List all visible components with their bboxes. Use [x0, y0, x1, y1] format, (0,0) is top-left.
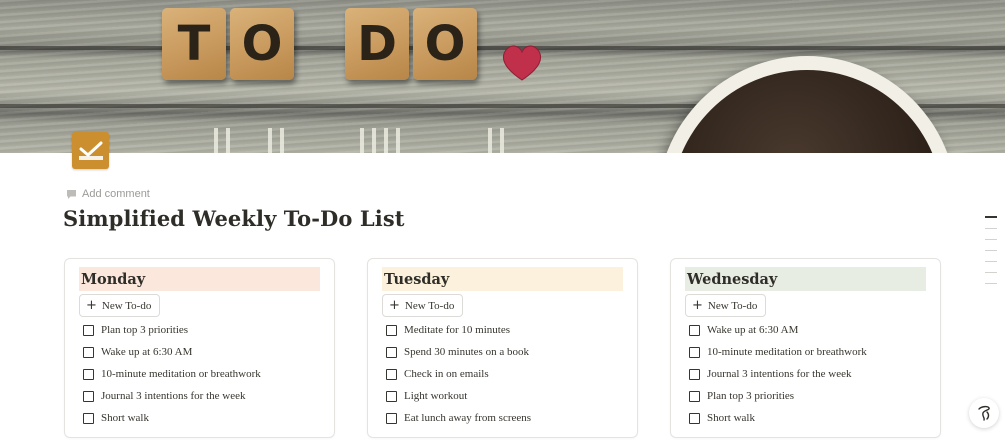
day-card-tuesday: Tuesday + New To-do Meditate for 10 minu…: [367, 258, 638, 438]
todo-item[interactable]: Short walk: [83, 407, 261, 429]
checkbox[interactable]: [83, 346, 94, 358]
checkbox[interactable]: [386, 368, 397, 380]
outline-item[interactable]: [985, 239, 997, 240]
checkbox[interactable]: [83, 368, 94, 380]
clip: [226, 128, 230, 153]
outline-item[interactable]: [985, 261, 997, 262]
clip: [214, 128, 218, 153]
todo-text[interactable]: Journal 3 intentions for the week: [707, 368, 852, 380]
day-card-monday: Monday + New To-do Plan top 3 priorities…: [64, 258, 335, 438]
clip: [384, 128, 388, 153]
help-button[interactable]: [969, 398, 999, 428]
todo-item[interactable]: Spend 30 minutes on a book: [386, 341, 531, 363]
clip: [488, 128, 492, 153]
todo-item[interactable]: Plan top 3 priorities: [689, 385, 867, 407]
todo-list: Wake up at 6:30 AM 10-minute meditation …: [689, 319, 867, 429]
day-heading[interactable]: Monday: [79, 267, 320, 291]
checkbox[interactable]: [83, 324, 94, 336]
plus-icon: +: [692, 298, 703, 313]
checkbox[interactable]: [689, 412, 700, 424]
todo-item[interactable]: Plan top 3 priorities: [83, 319, 261, 341]
new-todo-label: New To-do: [707, 299, 758, 312]
todo-text[interactable]: Light workout: [404, 390, 467, 402]
todo-list: Plan top 3 priorities Wake up at 6:30 AM…: [83, 319, 261, 429]
new-todo-button[interactable]: + New To-do: [685, 294, 767, 317]
todo-item[interactable]: Journal 3 intentions for the week: [83, 385, 261, 407]
todo-item[interactable]: Journal 3 intentions for the week: [689, 363, 867, 385]
todo-item[interactable]: 10-minute meditation or breathwork: [689, 341, 867, 363]
heart-icon: [502, 45, 542, 81]
checkbox[interactable]: [83, 390, 94, 402]
new-todo-button[interactable]: + New To-do: [79, 294, 161, 317]
clip: [372, 128, 376, 153]
coffee: [671, 70, 943, 153]
day-heading[interactable]: Tuesday: [382, 267, 623, 291]
letter-tile: O: [230, 8, 294, 80]
new-todo-label: New To-do: [404, 299, 455, 312]
todo-text[interactable]: Short walk: [707, 412, 755, 424]
todo-text[interactable]: Check in on emails: [404, 368, 489, 380]
day-heading[interactable]: Wednesday: [685, 267, 926, 291]
todo-text[interactable]: 10-minute meditation or breathwork: [101, 368, 261, 380]
outline-item[interactable]: [985, 228, 997, 229]
todo-item[interactable]: Light workout: [386, 385, 531, 407]
outline-item[interactable]: [985, 216, 997, 218]
checkbox[interactable]: [386, 346, 397, 358]
todo-item[interactable]: Short walk: [689, 407, 867, 429]
outline-item[interactable]: [985, 250, 997, 251]
todo-text[interactable]: Plan top 3 priorities: [101, 324, 188, 336]
checkbox[interactable]: [83, 412, 94, 424]
clip: [268, 128, 272, 153]
todo-text[interactable]: Spend 30 minutes on a book: [404, 346, 529, 358]
outline-item[interactable]: [985, 283, 997, 284]
page-title[interactable]: Simplified Weekly To-Do List: [63, 206, 405, 231]
todo-text[interactable]: Journal 3 intentions for the week: [101, 390, 246, 402]
checkbox[interactable]: [689, 346, 700, 358]
page-icon[interactable]: [72, 132, 109, 169]
letter-tile: T: [162, 8, 226, 80]
todo-text[interactable]: Plan top 3 priorities: [707, 390, 794, 402]
checkbox[interactable]: [689, 390, 700, 402]
letter-tile: O: [413, 8, 477, 80]
checkbox[interactable]: [689, 324, 700, 336]
todo-text[interactable]: Meditate for 10 minutes: [404, 324, 510, 336]
checkbox[interactable]: [386, 390, 397, 402]
new-todo-button[interactable]: + New To-do: [382, 294, 464, 317]
new-todo-label: New To-do: [101, 299, 152, 312]
plus-icon: +: [86, 298, 97, 313]
comment-icon: [67, 189, 76, 199]
todo-item[interactable]: Meditate for 10 minutes: [386, 319, 531, 341]
add-comment-label: Add comment: [82, 188, 150, 200]
cover-image: T O D O: [0, 0, 1005, 153]
todo-text[interactable]: Short walk: [101, 412, 149, 424]
todo-text[interactable]: Eat lunch away from screens: [404, 412, 531, 424]
clip: [396, 128, 400, 153]
todo-text[interactable]: Wake up at 6:30 AM: [707, 324, 798, 336]
page-outline[interactable]: [985, 216, 997, 294]
add-comment-button[interactable]: Add comment: [66, 186, 150, 202]
todo-item[interactable]: Eat lunch away from screens: [386, 407, 531, 429]
checkbox[interactable]: [386, 412, 397, 424]
todo-list: Meditate for 10 minutes Spend 30 minutes…: [386, 319, 531, 429]
todo-text[interactable]: 10-minute meditation or breathwork: [707, 346, 867, 358]
todo-item[interactable]: Wake up at 6:30 AM: [689, 319, 867, 341]
checkmark-icon: [78, 141, 103, 160]
todo-text[interactable]: Wake up at 6:30 AM: [101, 346, 192, 358]
todo-item[interactable]: 10-minute meditation or breathwork: [83, 363, 261, 385]
todo-item[interactable]: Check in on emails: [386, 363, 531, 385]
outline-item[interactable]: [985, 272, 997, 273]
clip: [280, 128, 284, 153]
checkbox[interactable]: [386, 324, 397, 336]
checkbox[interactable]: [689, 368, 700, 380]
letter-tile: D: [345, 8, 409, 80]
day-card-wednesday: Wednesday + New To-do Wake up at 6:30 AM…: [670, 258, 941, 438]
scribble-help-icon: [978, 405, 990, 421]
todo-item[interactable]: Wake up at 6:30 AM: [83, 341, 261, 363]
plus-icon: +: [389, 298, 400, 313]
clip: [360, 128, 364, 153]
clip: [500, 128, 504, 153]
